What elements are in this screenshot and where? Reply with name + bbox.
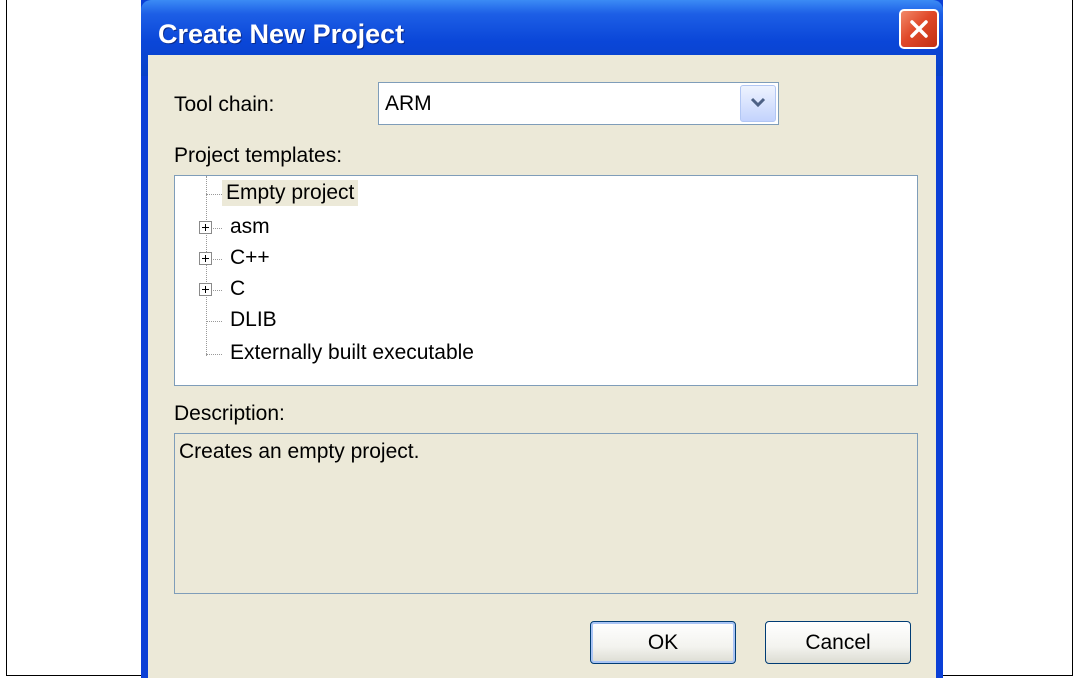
tree-item-label: DLIB bbox=[230, 308, 277, 331]
toolchain-dropdown-button[interactable] bbox=[740, 85, 776, 122]
project-templates-tree[interactable]: Empty project asm C++ C DLIB Externally … bbox=[174, 175, 918, 386]
toolchain-select[interactable]: ARM bbox=[378, 82, 779, 125]
tree-item-c[interactable]: C bbox=[175, 274, 875, 306]
tree-item-asm[interactable]: asm bbox=[175, 212, 875, 244]
tree-item-label: Empty project bbox=[222, 180, 359, 206]
tree-branch bbox=[206, 194, 222, 195]
toolchain-value: ARM bbox=[385, 92, 432, 115]
tree-item-externally-built[interactable]: Externally built executable bbox=[175, 338, 875, 370]
description-label: Description: bbox=[174, 402, 285, 425]
create-project-dialog: Create New Project Tool chain: ARM Proje… bbox=[141, 0, 943, 678]
tree-branch bbox=[206, 321, 222, 322]
dialog-title: Create New Project bbox=[158, 19, 405, 49]
chevron-down-icon bbox=[750, 97, 766, 108]
ok-button[interactable]: OK bbox=[590, 621, 736, 664]
tree-item-label: Externally built executable bbox=[230, 341, 474, 364]
tree-item-label: C++ bbox=[230, 246, 270, 269]
templates-label: Project templates: bbox=[174, 144, 343, 167]
plus-box-icon[interactable] bbox=[199, 252, 212, 265]
tree-item-empty-project[interactable]: Empty project bbox=[175, 178, 875, 210]
cancel-button[interactable]: Cancel bbox=[765, 621, 911, 664]
description-box: Creates an empty project. bbox=[174, 433, 918, 594]
tree-item-label: asm bbox=[230, 215, 270, 238]
toolchain-label: Tool chain: bbox=[174, 93, 275, 116]
tree-item-label: C bbox=[230, 277, 246, 300]
close-button[interactable] bbox=[899, 9, 939, 49]
description-text: Creates an empty project. bbox=[179, 440, 420, 463]
dialog-body: Tool chain: ARM Project templates: Empty… bbox=[148, 55, 936, 678]
plus-box-icon[interactable] bbox=[199, 221, 212, 234]
tree-item-cpp[interactable]: C++ bbox=[175, 243, 875, 275]
plus-box-icon[interactable] bbox=[199, 283, 212, 296]
tree-branch bbox=[206, 354, 222, 355]
tree-item-dlib[interactable]: DLIB bbox=[175, 305, 875, 337]
close-icon bbox=[910, 20, 928, 38]
